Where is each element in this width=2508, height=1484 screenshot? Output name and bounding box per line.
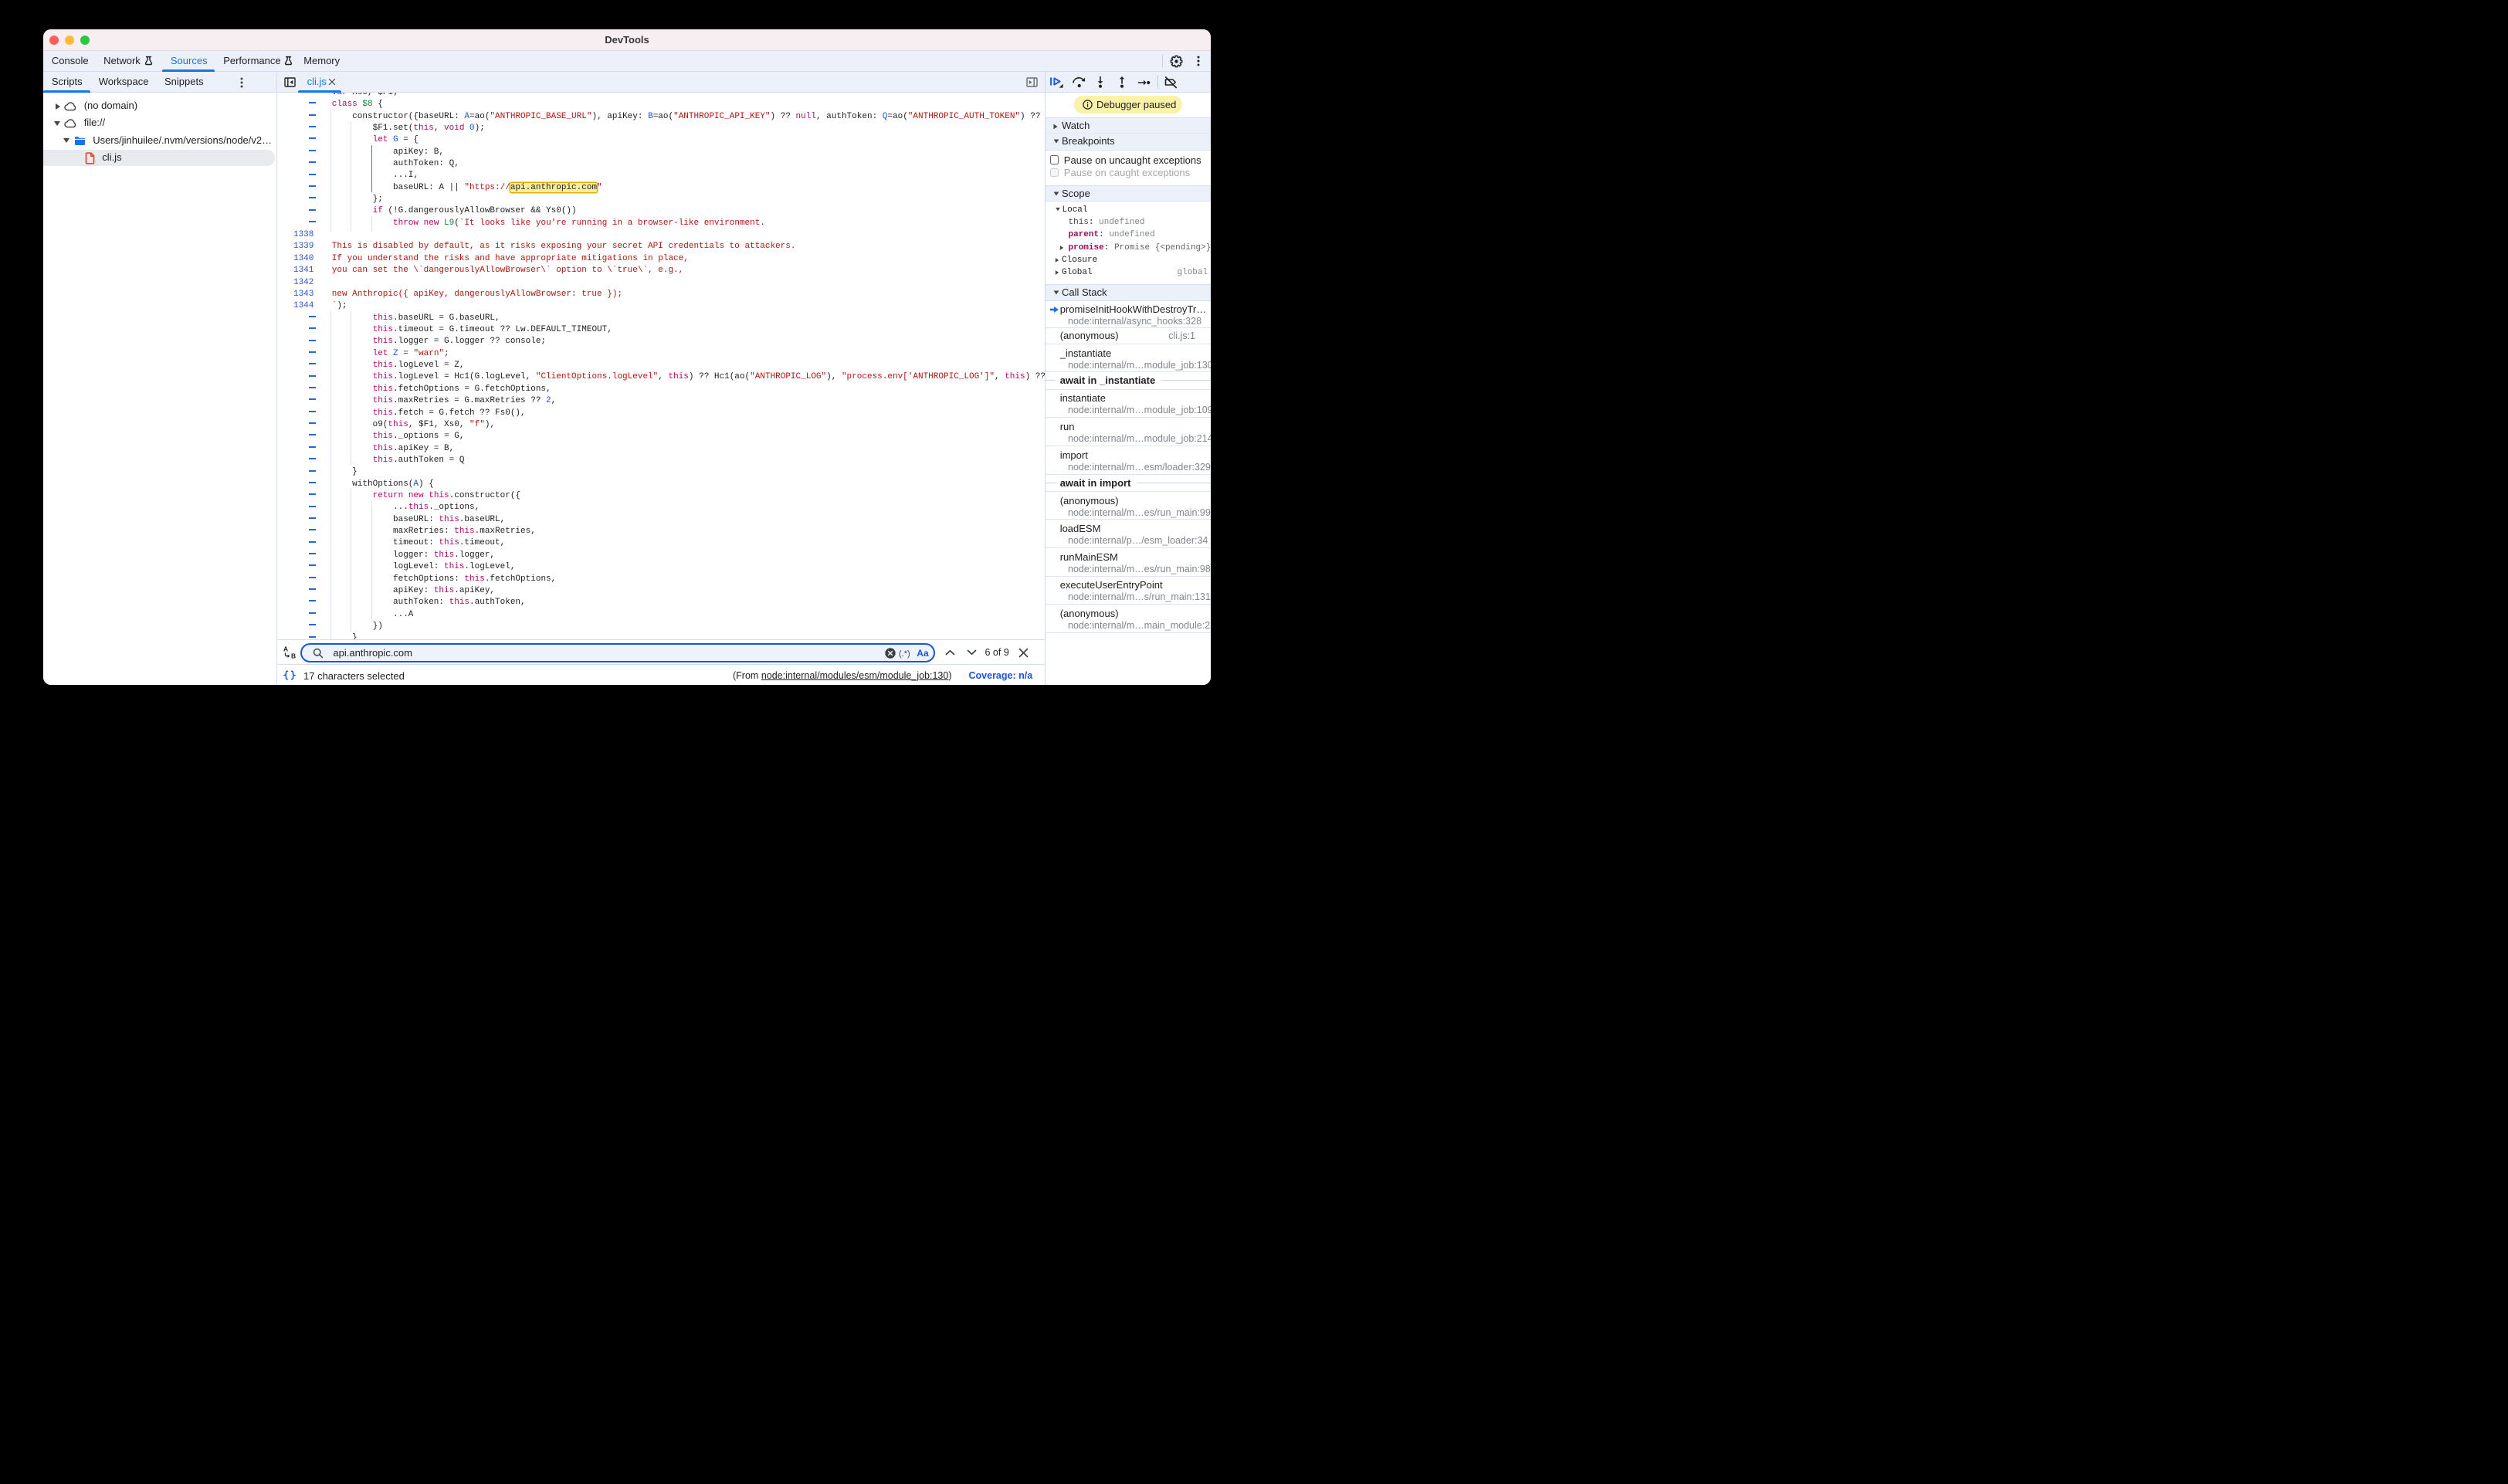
svg-text:B: B xyxy=(291,652,296,659)
svg-text:A: A xyxy=(283,645,288,653)
svg-text:(.*): (.*) xyxy=(899,649,910,659)
